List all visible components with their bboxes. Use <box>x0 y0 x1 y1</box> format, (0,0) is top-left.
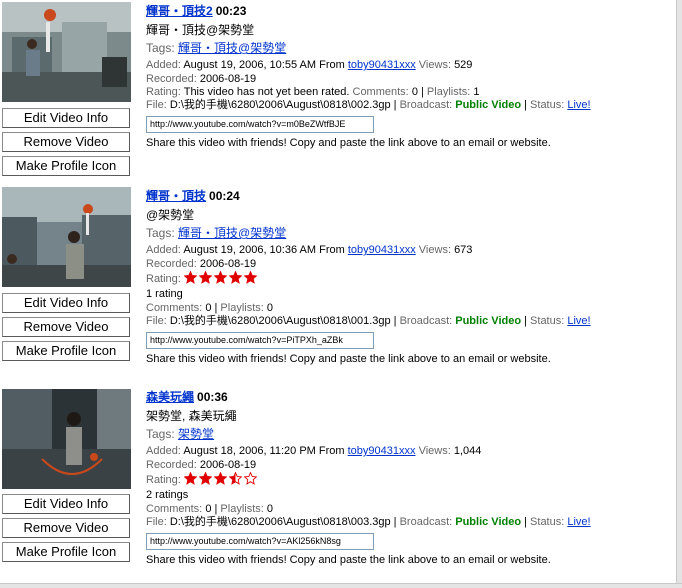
rating-stars <box>183 271 259 285</box>
counts-row: Comments: 0 | Playlists: 0 <box>146 302 274 314</box>
star-icon <box>243 472 257 485</box>
tags-row: Tags: 輝哥・頂技@架勢堂 <box>146 41 287 55</box>
tags-row: Tags: 輝哥・頂技@架勢堂 <box>146 226 287 240</box>
star-icon <box>243 271 257 284</box>
status-link[interactable]: Live! <box>567 516 590 528</box>
file-row: File: D:\我的手機\6280\2006\August\0818\002.… <box>146 99 591 111</box>
file-row: File: D:\我的手機\6280\2006\August\0818\003.… <box>146 516 591 528</box>
star-icon <box>198 271 212 284</box>
make-profile-icon-button[interactable]: Make Profile Icon <box>2 156 130 176</box>
star-icon <box>183 271 197 284</box>
video-description: 輝哥・頂技@架勢堂 <box>146 23 255 37</box>
rating-count: 1 rating <box>146 288 183 300</box>
video-title-link[interactable]: 輝哥・頂技2 <box>146 4 213 18</box>
window-frame-right <box>676 0 682 588</box>
video-description: 架勢堂, 森美玩繩 <box>146 409 237 423</box>
uploader-link[interactable]: toby90431xxx <box>348 244 416 256</box>
video-url-field[interactable]: http://www.youtube.com/watch?v=PiTPXh_aZ… <box>146 332 374 349</box>
make-profile-icon-button[interactable]: Make Profile Icon <box>2 341 130 361</box>
rating-row: Rating: <box>146 472 259 487</box>
star-icon <box>183 472 197 485</box>
video-thumbnail[interactable] <box>2 187 131 287</box>
rating-row: Rating: This video has not yet been rate… <box>146 86 480 98</box>
status-link[interactable]: Live! <box>567 315 590 327</box>
remove-video-button[interactable]: Remove Video <box>2 317 130 337</box>
video-url-field[interactable]: http://www.youtube.com/watch?v=AKl256kN8… <box>146 533 374 550</box>
recorded-row: Recorded: 2006-08-19 <box>146 459 257 471</box>
recorded-row: Recorded: 2006-08-19 <box>146 73 257 85</box>
status-link[interactable]: Live! <box>567 99 590 111</box>
video-description: @架勢堂 <box>146 208 195 222</box>
added-row: Added: August 19, 2006, 10:36 AM From to… <box>146 244 473 256</box>
file-row: File: D:\我的手機\6280\2006\August\0818\001.… <box>146 315 591 327</box>
make-profile-icon-button[interactable]: Make Profile Icon <box>2 542 130 562</box>
uploader-link[interactable]: toby90431xxx <box>348 445 416 457</box>
broadcast-status: Public Video <box>455 516 522 528</box>
star-icon <box>213 271 227 284</box>
broadcast-status: Public Video <box>455 99 522 111</box>
video-url-field[interactable]: http://www.youtube.com/watch?v=m0BeZWtfB… <box>146 116 374 133</box>
video-title-link[interactable]: 森美玩繩 <box>146 390 194 404</box>
video-title-link[interactable]: 輝哥・頂技 <box>146 189 206 203</box>
share-note: Share this video with friends! Copy and … <box>146 137 551 149</box>
video-thumbnail[interactable] <box>2 2 131 102</box>
video-duration: 00:23 <box>215 4 247 18</box>
video-duration: 00:24 <box>209 189 240 203</box>
added-row: Added: August 18, 2006, 11:20 PM From to… <box>146 445 482 457</box>
rating-stars <box>183 472 259 486</box>
broadcast-status: Public Video <box>455 315 522 327</box>
video-thumbnail[interactable] <box>2 389 131 489</box>
counts-row: Comments: 0 | Playlists: 0 <box>146 503 274 515</box>
recorded-row: Recorded: 2006-08-19 <box>146 258 257 270</box>
tag-link[interactable]: 輝哥・頂技@架勢堂 <box>178 41 286 55</box>
tag-link[interactable]: 輝哥・頂技@架勢堂 <box>178 226 286 240</box>
video-duration: 00:36 <box>197 390 228 404</box>
share-note: Share this video with friends! Copy and … <box>146 353 551 365</box>
star-icon <box>228 472 242 485</box>
star-icon <box>213 472 227 485</box>
tag-link[interactable]: 架勢堂 <box>178 427 214 441</box>
edit-video-info-button[interactable]: Edit Video Info <box>2 108 130 128</box>
remove-video-button[interactable]: Remove Video <box>2 518 130 538</box>
added-row: Added: August 19, 2006, 10:55 AM From to… <box>146 59 473 71</box>
edit-video-info-button[interactable]: Edit Video Info <box>2 293 130 313</box>
remove-video-button[interactable]: Remove Video <box>2 132 130 152</box>
share-note: Share this video with friends! Copy and … <box>146 554 551 566</box>
star-icon <box>198 472 212 485</box>
window-frame-bottom <box>0 583 682 588</box>
star-icon <box>228 271 242 284</box>
edit-video-info-button[interactable]: Edit Video Info <box>2 494 130 514</box>
rating-row: Rating: <box>146 271 259 286</box>
tags-row: Tags: 架勢堂 <box>146 427 215 441</box>
uploader-link[interactable]: toby90431xxx <box>348 59 416 71</box>
rating-count: 2 ratings <box>146 489 189 501</box>
